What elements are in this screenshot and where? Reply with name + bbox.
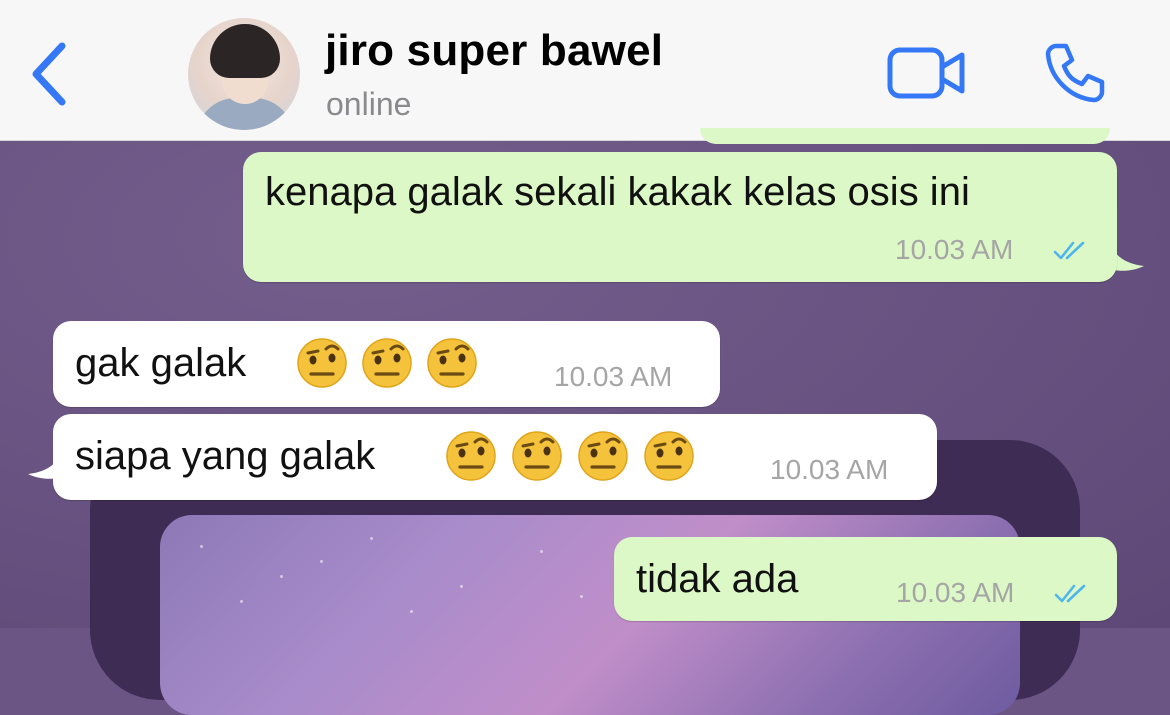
message-time: 10.03 AM [896, 577, 1015, 608]
message-bubble-outgoing[interactable]: kenapa galak sekali kakak kelas osis ini… [243, 152, 1117, 282]
contact-name[interactable]: jiro super bawel [325, 26, 663, 76]
read-ticks-icon [1054, 584, 1086, 603]
chat-header: jiro super bawel online [0, 0, 1170, 141]
message-time: 10.03 AM [770, 454, 889, 485]
message-bubble-outgoing[interactable]: tidak ada 10.03 AM [614, 537, 1117, 621]
message-bubble-incoming[interactable]: siapa yang galak 10.03 AM [53, 414, 937, 500]
message-text: gak galak [75, 341, 247, 385]
message-time: 10.03 AM [554, 361, 673, 392]
raised-eyebrow-emoji [446, 431, 496, 481]
message-time: 10.03 AM [895, 234, 1014, 265]
previous-message-bubble [700, 128, 1110, 144]
message-text: tidak ada [636, 557, 799, 601]
raised-eyebrow-emoji [512, 431, 562, 481]
message-text: siapa yang galak [75, 434, 376, 478]
video-camera-icon[interactable] [886, 45, 968, 101]
raised-eyebrow-emoji [362, 338, 412, 388]
avatar[interactable] [188, 18, 300, 130]
message-bubble-incoming[interactable]: gak galak 10.03 AM [53, 321, 720, 407]
raised-eyebrow-emoji [297, 338, 347, 388]
phone-icon[interactable] [1042, 40, 1108, 106]
contact-status: online [326, 86, 412, 122]
message-text: kenapa galak sekali kakak kelas osis ini [265, 170, 970, 214]
read-ticks-icon [1053, 241, 1085, 260]
raised-eyebrow-emoji [427, 338, 477, 388]
raised-eyebrow-emoji [578, 431, 628, 481]
chevron-left-icon[interactable] [28, 40, 72, 108]
raised-eyebrow-emoji [644, 431, 694, 481]
